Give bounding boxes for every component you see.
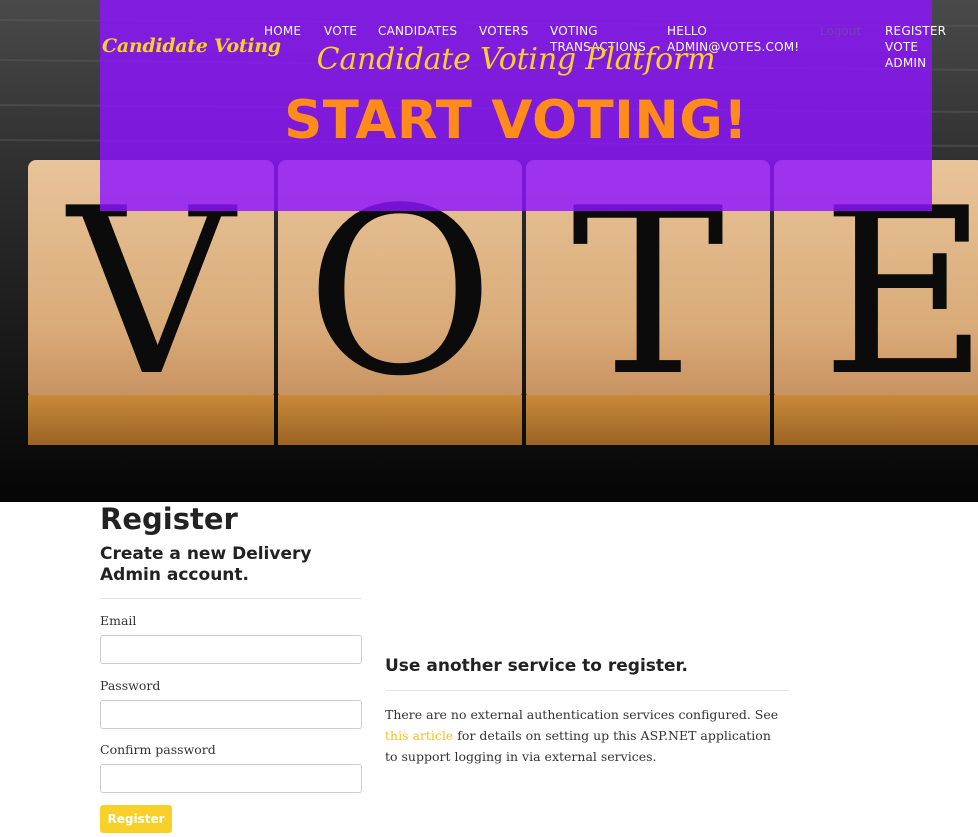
register-button[interactable]: Register [100,805,172,833]
this-article-link[interactable]: this article [385,728,453,743]
nav-voters[interactable]: VOTERS [479,23,529,39]
nav-hello-line1: HELLO [667,24,707,38]
password-field[interactable] [100,700,362,729]
page-title: Register [100,502,238,536]
nav-vote[interactable]: VOTE [324,23,357,39]
external-text-before: There are no external authentication ser… [385,707,779,722]
nav-register-line1: REGISTER [885,24,947,38]
confirm-password-label: Confirm password [100,742,216,757]
nav-voting-transactions-line1: VOTING [550,24,598,38]
external-services-text: There are no external authentication ser… [385,704,780,767]
nav-home[interactable]: HOME [264,23,301,39]
nav-candidates[interactable]: CANDIDATES [378,23,457,39]
register-subtitle: Create a new Delivery Admin account. [100,544,312,585]
divider [100,598,362,599]
platform-title: Candidate Voting Platform [316,42,716,77]
divider [385,690,789,691]
confirm-password-field[interactable] [100,764,362,793]
email-field[interactable] [100,635,362,664]
email-label: Email [100,613,137,628]
external-services-title: Use another service to register. [385,656,688,676]
password-label: Password [100,678,161,693]
start-voting-heading: START VOTING! [284,90,748,151]
nav-logout[interactable]: Logout [820,23,861,39]
